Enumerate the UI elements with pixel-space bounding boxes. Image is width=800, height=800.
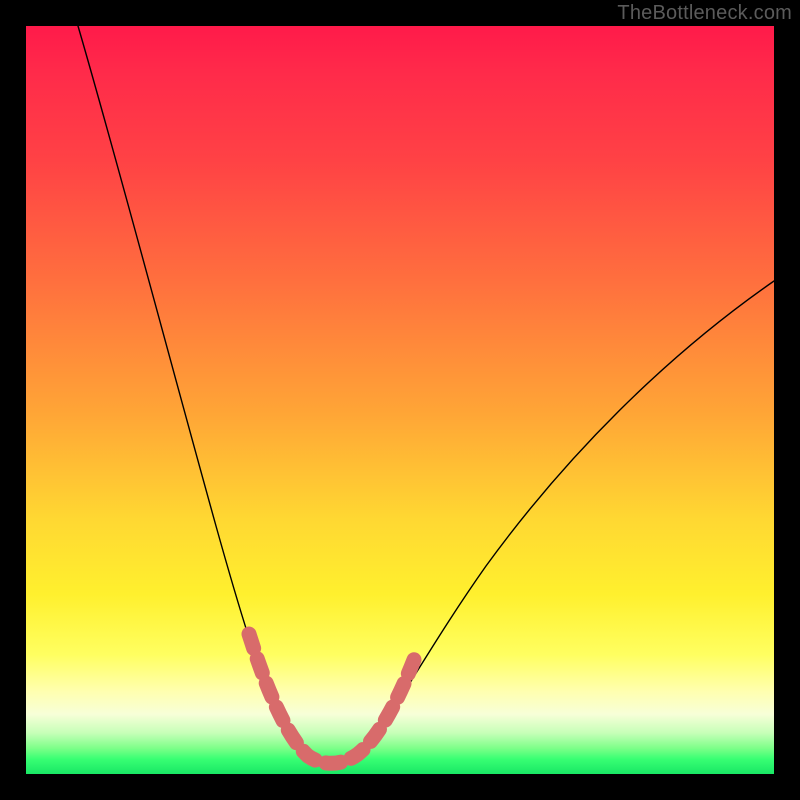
valley-highlight [249, 634, 417, 763]
curve-layer [26, 26, 774, 774]
bottleneck-curve [78, 26, 774, 762]
watermark-text: TheBottleneck.com [617, 2, 792, 25]
plot-area [26, 26, 774, 774]
chart-frame: TheBottleneck.com [0, 0, 800, 800]
